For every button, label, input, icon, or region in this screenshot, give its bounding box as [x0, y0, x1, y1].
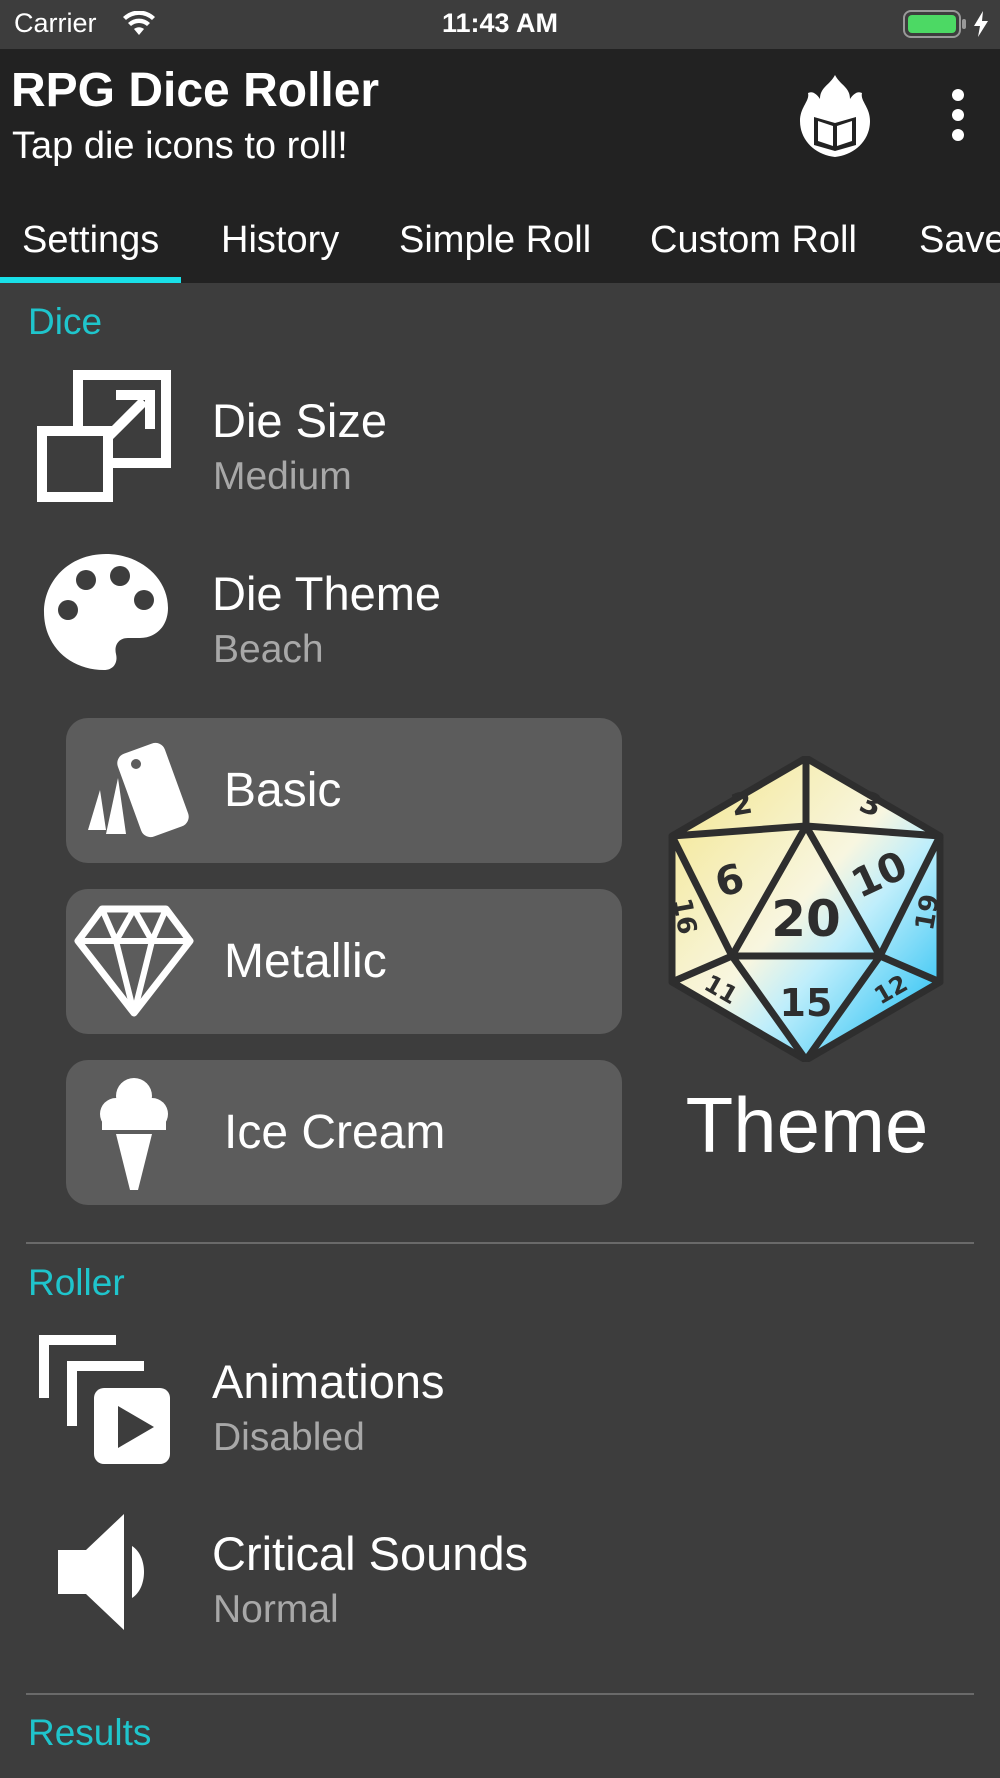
tab-settings[interactable]: Settings	[0, 197, 182, 283]
clock: 11:43 AM	[441, 8, 559, 38]
section-header-roller: Roller	[28, 1262, 125, 1303]
animations-value: Disabled	[213, 1416, 365, 1459]
theme-metallic-label: Metallic	[224, 935, 387, 988]
palette-icon	[44, 554, 168, 670]
die-theme-setting[interactable]: Die Theme Beach	[0, 538, 1000, 698]
theme-metallic-button[interactable]: Metallic	[66, 889, 622, 1034]
flaming-book-icon[interactable]	[790, 71, 880, 161]
section-header-results: Results	[28, 1712, 152, 1753]
die-theme-title: Die Theme	[212, 567, 442, 620]
charging-bolt-icon	[974, 11, 988, 37]
battery-icon	[903, 10, 966, 38]
theme-preview-caption: Theme	[685, 1081, 929, 1169]
d20-face-20: 20	[771, 890, 841, 948]
diamond-icon	[74, 905, 194, 1017]
cards-icon	[88, 742, 189, 838]
app-bar: RPG Dice Roller Tap die icons to roll! S…	[0, 49, 1000, 283]
app-title: RPG Dice Roller	[11, 64, 380, 117]
theme-ice-cream-label: Ice Cream	[224, 1106, 446, 1159]
animations-title: Animations	[212, 1355, 445, 1408]
d20-theme-preview-icon[interactable]: 2 3 6 10 20 16 19 15 11 12	[668, 756, 944, 1062]
section-divider	[26, 1242, 974, 1244]
status-bar: Carrier 11:43 AM	[0, 0, 1000, 49]
more-vertical-icon[interactable]	[938, 85, 978, 145]
critical-sounds-setting[interactable]: Critical Sounds Normal	[0, 1498, 1000, 1658]
theme-ice-cream-button[interactable]: Ice Cream	[66, 1060, 622, 1205]
d20-face-19: 19	[910, 892, 944, 933]
d20-face-15: 15	[780, 981, 833, 1025]
animation-icon	[39, 1335, 170, 1464]
animations-setting[interactable]: Animations Disabled	[0, 1326, 1000, 1486]
critical-sounds-title: Critical Sounds	[212, 1527, 529, 1580]
theme-basic-button[interactable]: Basic	[66, 718, 622, 863]
tab-saved[interactable]: Saved	[919, 197, 1000, 283]
section-divider	[26, 1693, 974, 1695]
app-subtitle: Tap die icons to roll!	[12, 125, 348, 167]
theme-basic-label: Basic	[224, 764, 342, 817]
ice-cream-icon	[100, 1078, 168, 1190]
die-size-value: Medium	[213, 455, 352, 498]
resize-icon	[37, 370, 171, 502]
d20-face-16: 16	[668, 896, 702, 937]
die-size-setting[interactable]: Die Size Medium	[0, 365, 1000, 525]
speaker-icon	[58, 1514, 144, 1630]
tab-history[interactable]: History	[221, 197, 339, 283]
tab-bar: Settings History Simple Roll Custom Roll…	[0, 197, 1000, 283]
tab-custom-roll[interactable]: Custom Roll	[650, 197, 857, 283]
die-theme-value: Beach	[213, 628, 324, 671]
critical-sounds-value: Normal	[213, 1588, 339, 1631]
section-header-dice: Dice	[28, 301, 103, 342]
die-size-title: Die Size	[212, 394, 388, 447]
tab-simple-roll[interactable]: Simple Roll	[399, 197, 591, 283]
